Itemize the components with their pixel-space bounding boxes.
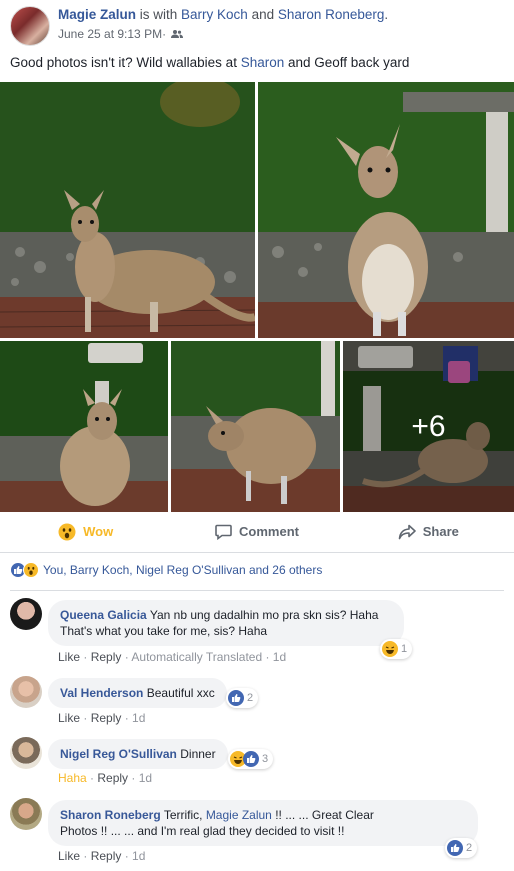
like-reaction-icon xyxy=(447,840,463,856)
comment-reaction-badge[interactable]: 2 xyxy=(445,838,478,858)
reaction-count: 1 xyxy=(401,643,408,655)
comment-translation: That's what you take for me, sis? Haha xyxy=(60,624,268,638)
reaction-count: 3 xyxy=(262,753,269,765)
comment-time[interactable]: 1d xyxy=(139,771,152,785)
comment: Sharon Roneberg Terrific, Magie Zalun !!… xyxy=(10,798,510,868)
photo-3[interactable] xyxy=(0,341,168,512)
photo-1[interactable] xyxy=(0,82,255,338)
wow-label: Wow xyxy=(83,524,114,539)
comment-bubble: Val Henderson Beautiful xxc xyxy=(48,678,227,708)
photo-2[interactable] xyxy=(258,82,514,338)
post-text-before: Good photos isn't it? Wild wallabies at xyxy=(10,55,241,70)
comment-text-line2: Photos !! ... ... and I'm real glad they… xyxy=(60,824,345,838)
photo-4[interactable] xyxy=(171,341,340,512)
tagged-user-link-1[interactable]: Barry Koch xyxy=(181,7,248,22)
reactions-summary[interactable]: You, Barry Koch, Nigel Reg O'Sullivan an… xyxy=(10,562,322,578)
comment-bubble: Sharon Roneberg Terrific, Magie Zalun !!… xyxy=(48,800,478,846)
comment-bubble: Nigel Reg O'Sullivan Dinner xyxy=(48,739,228,769)
commenter-name[interactable]: Val Henderson xyxy=(60,686,143,700)
comment-time[interactable]: 1d xyxy=(132,711,145,725)
reaction-count: 2 xyxy=(247,692,254,704)
divider xyxy=(0,552,514,553)
mention-link[interactable]: Magie Zalun xyxy=(206,808,272,822)
friends-icon[interactable] xyxy=(166,29,184,39)
haha-reaction-icon xyxy=(382,641,398,657)
share-icon xyxy=(398,524,416,540)
comment-reaction-badge[interactable]: 2 xyxy=(226,688,259,708)
like-link[interactable]: Like xyxy=(58,711,80,725)
reactions-summary-text: You, Barry Koch, Nigel Reg O'Sullivan an… xyxy=(43,563,323,577)
comment-label: Comment xyxy=(239,524,299,539)
reply-link[interactable]: Reply xyxy=(91,711,122,725)
comment-meta: Like · Reply · 1d xyxy=(58,711,146,725)
comment-text: !! ... ... Great Clear xyxy=(271,808,374,822)
post-timestamp[interactable]: June 25 at 9:13 PM xyxy=(58,27,162,41)
commenter-avatar[interactable] xyxy=(10,598,42,630)
more-photos-count: +6 xyxy=(411,409,446,443)
comment: Queena Galicia Yan nb ung dadalhin mo pr… xyxy=(10,598,510,666)
post-header: Magie Zalun is with Barry Koch and Sharo… xyxy=(10,6,388,46)
reaction-count: 2 xyxy=(466,842,473,854)
post-mention-link[interactable]: Sharon xyxy=(241,55,285,70)
with-text: is with xyxy=(136,7,182,22)
like-reaction-icon xyxy=(228,690,244,706)
like-link[interactable]: Like xyxy=(58,849,80,863)
and-text: and xyxy=(247,7,278,22)
commenter-name[interactable]: Nigel Reg O'Sullivan xyxy=(60,747,177,761)
post-action-bar: Wow Comment Share xyxy=(0,515,514,548)
comment-meta: Like · Reply · 1d xyxy=(58,849,146,863)
comment-bubble: Queena Galicia Yan nb ung dadalhin mo pr… xyxy=(48,600,404,646)
post-message: Good photos isn't it? Wild wallabies at … xyxy=(10,55,409,70)
more-photos-overlay[interactable]: +6 xyxy=(343,341,514,512)
comment-reaction-badge[interactable]: 1 xyxy=(380,639,413,659)
comment-button[interactable]: Comment xyxy=(171,524,342,540)
comment-time[interactable]: 1d xyxy=(132,849,145,863)
author-avatar[interactable] xyxy=(10,6,50,46)
period: . xyxy=(384,7,389,22)
comment: Val Henderson Beautiful xxc 2 Like · Rep… xyxy=(10,676,510,728)
haha-link[interactable]: Haha xyxy=(58,771,87,785)
commenter-name[interactable]: Queena Galicia xyxy=(60,608,147,622)
like-reaction-icon xyxy=(243,751,259,767)
comment-meta: Haha · Reply · 1d xyxy=(58,771,153,785)
comment-text: Yan nb ung dadalhin mo pra skn sis? Haha xyxy=(149,608,379,622)
commenter-name[interactable]: Sharon Roneberg xyxy=(60,808,161,822)
wow-emoji-icon xyxy=(58,523,76,541)
reply-link[interactable]: Reply xyxy=(91,849,122,863)
comment-text: Beautiful xxc xyxy=(146,686,215,700)
commenter-avatar[interactable] xyxy=(10,798,42,830)
share-label: Share xyxy=(422,524,459,539)
comment-reaction-badge[interactable]: 3 xyxy=(228,749,274,769)
comment-text: Dinner xyxy=(180,747,216,761)
comment-meta: Like · Reply · Automatically Translated … xyxy=(58,650,287,664)
comment: Nigel Reg O'Sullivan Dinner 3 Haha · Rep… xyxy=(10,737,510,789)
reply-link[interactable]: Reply xyxy=(91,650,122,664)
commenter-avatar[interactable] xyxy=(10,737,42,769)
photo-grid: +6 xyxy=(0,82,514,512)
reply-link[interactable]: Reply xyxy=(97,771,128,785)
wow-reaction-icon xyxy=(23,562,39,578)
comment-time[interactable]: 1d xyxy=(273,650,286,664)
post-headline: Magie Zalun is with Barry Koch and Sharo… xyxy=(58,7,388,22)
comment-text: Terrific, xyxy=(163,808,206,822)
divider xyxy=(10,590,504,591)
comment-icon xyxy=(215,524,232,540)
share-button[interactable]: Share xyxy=(343,524,514,540)
commenter-avatar[interactable] xyxy=(10,676,42,708)
translated-label[interactable]: Automatically Translated xyxy=(131,650,262,664)
post-text-after: and Geoff back yard xyxy=(284,55,410,70)
wow-reaction-button[interactable]: Wow xyxy=(0,523,171,541)
photo-5[interactable]: +6 xyxy=(343,341,514,512)
author-name-link[interactable]: Magie Zalun xyxy=(58,7,136,22)
like-link[interactable]: Like xyxy=(58,650,80,664)
tagged-user-link-2[interactable]: Sharon Roneberg xyxy=(278,7,385,22)
